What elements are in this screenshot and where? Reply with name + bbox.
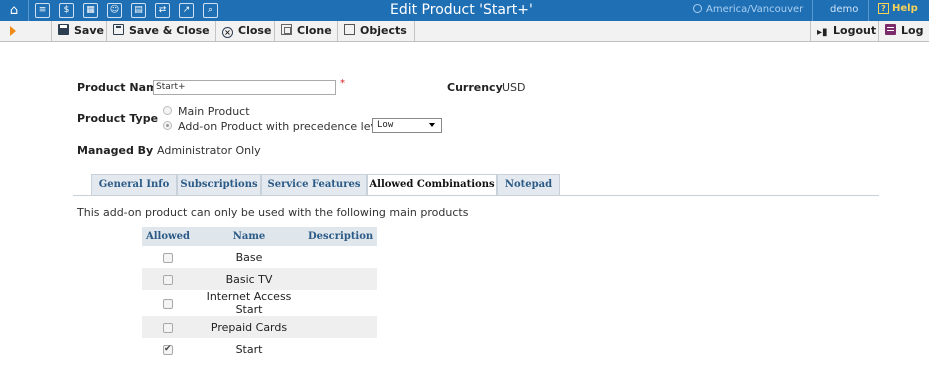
table-header-row: Allowed Name Description	[142, 227, 378, 246]
column-header-name: Name	[194, 227, 304, 246]
chart-icon[interactable]: ↗	[179, 3, 194, 18]
close-label: Close	[238, 24, 272, 37]
allowed-cell	[142, 290, 194, 316]
description-cell	[304, 316, 378, 338]
description-cell	[304, 338, 377, 360]
description-cell	[304, 290, 377, 316]
required-mark: *	[340, 78, 345, 89]
divider	[28, 0, 29, 21]
timezone-indicator[interactable]: America/Vancouver	[693, 4, 803, 15]
logout-icon: ▸▮	[817, 27, 828, 38]
tab-notepad[interactable]: Notepad	[497, 174, 560, 195]
home-icon[interactable]: ⌂	[6, 2, 22, 19]
name-cell: Basic TV	[194, 268, 304, 290]
combinations-intro: This add-on product can only be used wit…	[77, 206, 469, 219]
help-label: Help	[892, 3, 918, 14]
clock-icon	[693, 4, 702, 13]
addon-product-radio[interactable]	[163, 121, 172, 130]
addon-product-option: Add-on Product with precedence level	[178, 120, 387, 133]
log-button[interactable]: Log	[878, 21, 923, 41]
top-navigation-bar: ⌂ ≡ $ ▦ ☺ ▤ ⇄ ↗ ⌕ Edit Product 'Start+' …	[0, 0, 929, 21]
allowed-checkbox[interactable]	[163, 252, 173, 263]
save-icon	[58, 24, 69, 35]
page-title: Edit Product 'Start+'	[390, 2, 533, 18]
timezone-label: America/Vancouver	[706, 4, 804, 15]
allowed-checkbox[interactable]	[163, 322, 173, 333]
tab-general-info[interactable]: General Info	[91, 174, 177, 195]
objects-label: Objects	[360, 24, 407, 37]
tab-service-features[interactable]: Service Features	[261, 174, 367, 195]
save-close-button[interactable]: Save & Close	[106, 21, 210, 41]
table-row: Internet Access Start	[142, 290, 377, 316]
divider	[868, 0, 869, 21]
logout-button[interactable]: ▸▮ Logout	[810, 21, 876, 41]
managed-by-value: Administrator Only	[157, 144, 261, 157]
table-row: Base	[142, 246, 377, 268]
clone-button[interactable]: Clone	[274, 21, 332, 41]
divider	[812, 0, 813, 21]
objects-icon	[344, 24, 355, 35]
table-row: Basic TV	[142, 268, 378, 290]
grid-icon[interactable]: ▦	[83, 3, 98, 18]
user-name[interactable]: demo	[830, 4, 858, 15]
allowed-cell	[142, 338, 194, 360]
list-icon[interactable]: ≡	[35, 3, 50, 18]
close-button[interactable]: × Close	[215, 21, 271, 41]
objects-button[interactable]: Objects	[337, 21, 415, 41]
name-cell: Start	[235, 342, 263, 356]
tab-allowed-combinations[interactable]: Allowed Combinations	[367, 174, 497, 196]
precedence-value: Low	[377, 120, 394, 130]
column-header-allowed: Allowed	[142, 227, 194, 246]
person-icon[interactable]: ☺	[107, 3, 122, 18]
allowed-cell	[142, 268, 194, 290]
allowed-checkbox[interactable]	[163, 274, 173, 285]
clone-icon	[281, 24, 292, 35]
clone-label: Clone	[297, 24, 332, 37]
name-cell: Prepaid Cards	[194, 316, 304, 338]
product-name-label: Product Name	[77, 81, 165, 94]
table-row: Prepaid Cards	[142, 316, 378, 338]
precedence-level-select[interactable]: Low	[372, 118, 442, 133]
save-button[interactable]: Save	[51, 21, 104, 41]
tab-divider	[73, 195, 879, 196]
product-type-label: Product Type	[77, 112, 159, 125]
main-product-radio[interactable]	[163, 106, 172, 115]
expand-arrow-icon[interactable]	[10, 26, 16, 36]
name-cell: Internet Access Start	[206, 290, 292, 316]
table-row: Start	[142, 338, 377, 360]
managed-by-label: Managed By	[77, 144, 154, 157]
help-icon: ?	[878, 3, 889, 14]
allowed-cell	[142, 246, 194, 268]
description-cell	[304, 246, 377, 268]
main-product-option: Main Product	[178, 105, 250, 118]
save-close-label: Save & Close	[129, 24, 210, 37]
currency-label: Currency	[447, 81, 503, 94]
help-link[interactable]: ? Help	[878, 3, 918, 14]
description-cell	[304, 268, 378, 290]
transfer-icon[interactable]: ⇄	[155, 3, 170, 18]
allowed-checkbox[interactable]	[163, 298, 173, 309]
tab-subscriptions[interactable]: Subscriptions	[177, 174, 261, 195]
currency-value: USD	[502, 81, 526, 94]
product-name-input[interactable]: Start+	[153, 80, 336, 95]
allowed-cell	[142, 316, 194, 338]
action-toolbar: Save Save & Close × Close Clone Objects ▸…	[0, 21, 929, 42]
card-icon[interactable]: ▤	[131, 3, 146, 18]
save-close-icon	[113, 24, 124, 35]
dollar-icon[interactable]: $	[59, 3, 74, 18]
dropdown-arrow-icon	[429, 123, 435, 127]
search-icon[interactable]: ⌕	[203, 3, 218, 18]
log-icon	[885, 24, 896, 35]
name-cell: Base	[235, 250, 263, 264]
allowed-combinations-table: Allowed Name Description Base Basic TV I…	[142, 227, 378, 360]
close-icon: ×	[222, 27, 233, 38]
column-header-description: Description	[304, 227, 378, 246]
allowed-checkbox[interactable]	[163, 344, 173, 355]
log-label: Log	[901, 24, 924, 37]
logout-label: Logout	[833, 24, 877, 37]
save-label: Save	[74, 24, 104, 37]
